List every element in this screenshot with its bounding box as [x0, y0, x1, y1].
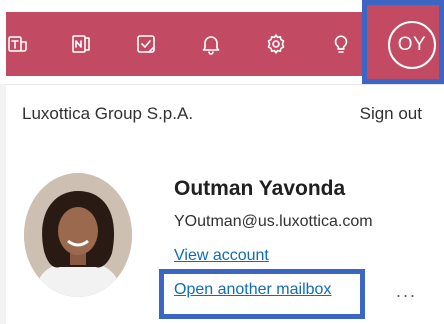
- account-button-highlight: OY: [362, 0, 444, 84]
- view-account-link[interactable]: View account: [174, 247, 269, 265]
- sign-out-link[interactable]: Sign out: [360, 104, 422, 124]
- todo-icon[interactable]: [126, 12, 166, 76]
- top-bar: OY: [0, 0, 444, 84]
- lightbulb-icon[interactable]: [321, 12, 361, 76]
- account-panel: Luxottica Group S.p.A. Sign out Outman Y…: [6, 84, 444, 324]
- user-name: Outman Yavonda: [174, 177, 346, 200]
- account-initials: OY: [397, 34, 427, 55]
- user-email: YOutman@us.luxottica.com: [174, 213, 373, 230]
- organization-name: Luxottica Group S.p.A.: [22, 104, 194, 123]
- teams-icon[interactable]: [0, 12, 38, 76]
- gear-icon[interactable]: [256, 12, 296, 76]
- user-photo-image: [24, 173, 132, 297]
- account-avatar-button[interactable]: OY: [388, 21, 436, 69]
- open-another-mailbox-link[interactable]: Open another mailbox: [174, 281, 331, 299]
- onenote-icon[interactable]: [61, 12, 101, 76]
- more-options-button[interactable]: ...: [396, 281, 417, 302]
- bell-icon[interactable]: [191, 12, 231, 76]
- user-photo: [24, 173, 132, 297]
